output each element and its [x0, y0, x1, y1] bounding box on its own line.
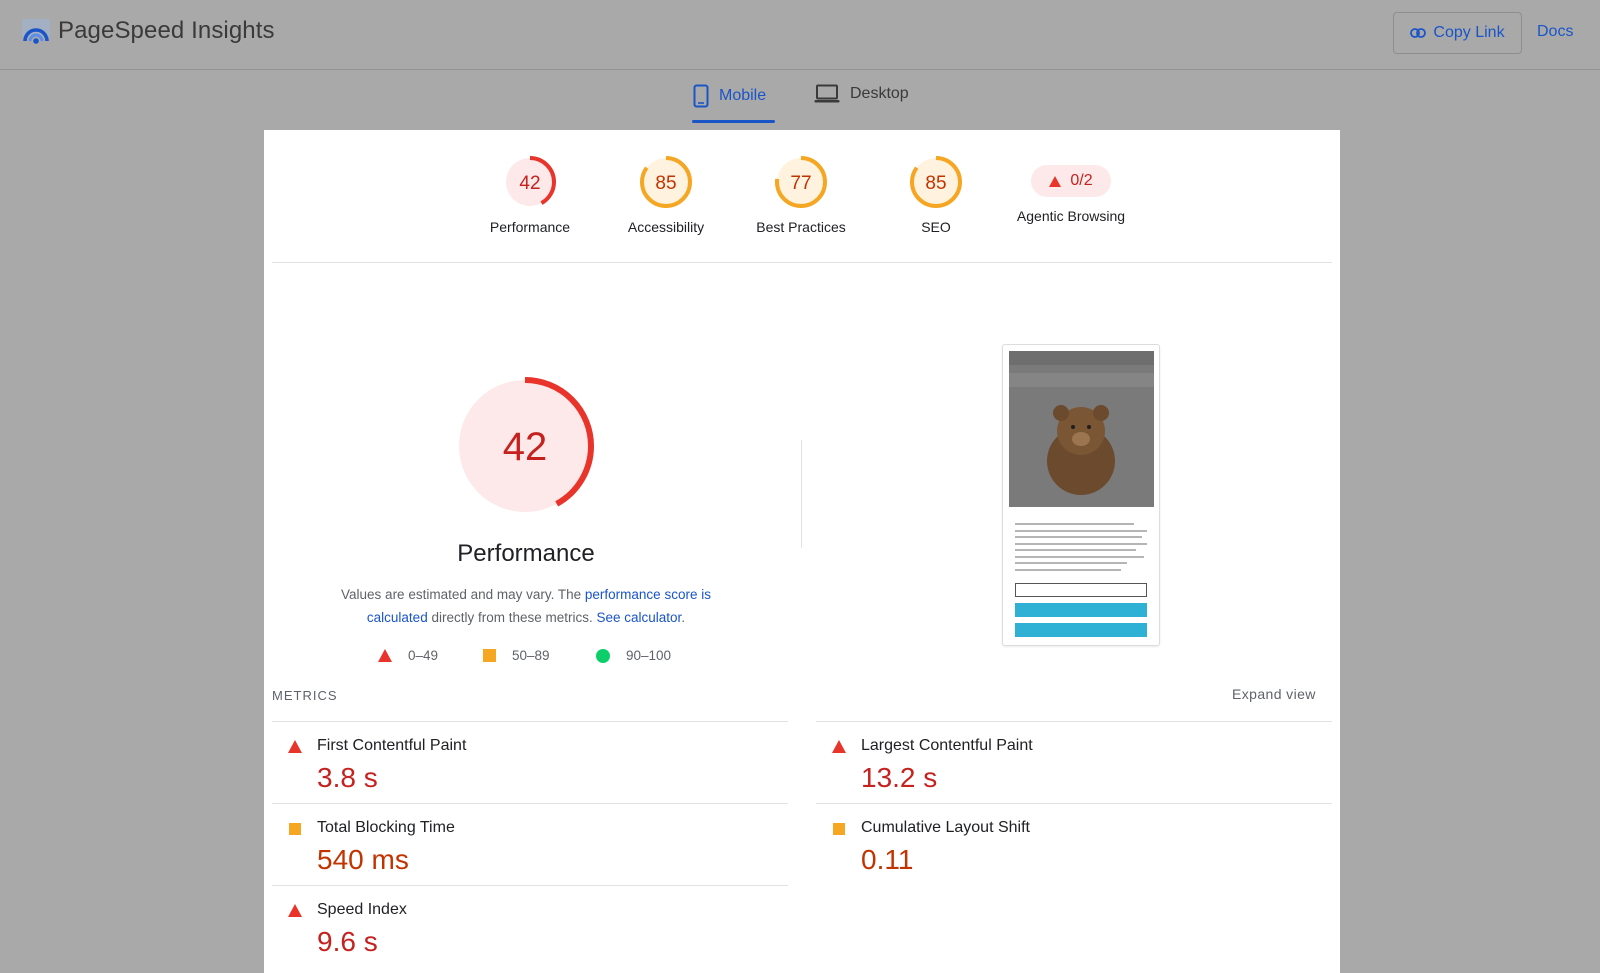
legend-range: 90–100: [626, 648, 672, 663]
score-legend: 0–49 50–89 90–100: [264, 648, 1340, 670]
average-square-icon: [288, 822, 301, 835]
pagespeed-logo-icon: [22, 19, 50, 44]
metric-name: Speed Index: [317, 901, 407, 918]
performance-big-gauge: 42: [456, 377, 594, 515]
tab-desktop[interactable]: Desktop: [814, 84, 909, 104]
performance-title: Performance: [457, 540, 595, 567]
accessibility-score: 85: [655, 173, 676, 194]
screenshot-button-blue: [1015, 603, 1147, 617]
accessibility-gauge: 85: [640, 156, 692, 208]
agentic-browsing-badge: 0/2: [1031, 165, 1111, 197]
screenshot-product-image: [1009, 351, 1154, 507]
category-accessibility[interactable]: 85 Accessibility: [601, 154, 731, 235]
performance-description: Values are estimated and may vary. The p…: [316, 583, 736, 629]
legend-range: 0–49: [408, 648, 439, 663]
expand-view-toggle[interactable]: Expand view: [1232, 686, 1316, 702]
brand[interactable]: PageSpeed Insights: [20, 15, 275, 47]
metric-lcp: Largest Contentful Paint 13.2 s: [816, 721, 1332, 803]
tab-mobile[interactable]: Mobile: [693, 84, 766, 108]
desc-text: directly from these metrics.: [427, 610, 597, 625]
category-label: Performance: [489, 219, 571, 235]
legend-pass: 90–100: [596, 648, 671, 663]
tab-desktop-label: Desktop: [850, 85, 909, 102]
category-label: SEO: [921, 219, 951, 235]
category-performance[interactable]: 42 Performance: [465, 154, 595, 235]
screenshot-content: [1009, 351, 1154, 641]
average-square-icon: [483, 649, 496, 662]
best-practices-score: 77: [790, 173, 811, 194]
app-title: PageSpeed Insights: [58, 17, 275, 44]
performance-big-score: 42: [503, 425, 548, 469]
performance-score: 42: [519, 173, 540, 194]
category-best-practices[interactable]: 77 Best Practices: [736, 154, 866, 235]
active-tab-indicator: [692, 120, 775, 123]
metric-fcp: First Contentful Paint 3.8 s: [272, 721, 788, 803]
phone-icon: [693, 84, 709, 108]
tab-mobile-label: Mobile: [719, 87, 767, 104]
metric-value: 0.11: [861, 844, 914, 875]
category-label: Agentic Browsing: [1016, 208, 1126, 224]
link-icon: [1410, 28, 1427, 38]
category-label: Accessibility: [627, 219, 705, 235]
metric-name: Largest Contentful Paint: [861, 737, 1033, 754]
device-tabs: Mobile Desktop: [0, 80, 1600, 124]
vertical-divider: [801, 440, 802, 548]
teddy-bear-image: [1009, 373, 1154, 495]
page-screenshot[interactable]: [1002, 344, 1160, 646]
metric-name: First Contentful Paint: [317, 737, 467, 754]
performance-gauge: 42: [504, 156, 556, 208]
metric-value: 9.6 s: [317, 926, 378, 957]
seo-score: 85: [925, 173, 946, 194]
fail-triangle-icon: [378, 649, 392, 662]
see-calculator-link[interactable]: See calculator: [597, 610, 682, 625]
screenshot-cookie-text: [1015, 523, 1147, 575]
metrics-heading: METRICS: [272, 688, 338, 703]
docs-link[interactable]: Docs: [1537, 23, 1573, 41]
legend-fail: 0–49: [378, 648, 438, 663]
legend-average: 50–89: [483, 648, 550, 663]
metric-name: Total Blocking Time: [317, 819, 455, 836]
category-summary: 42 Performance 85 Accessibility 77 Best …: [264, 130, 1340, 263]
warning-triangle-icon: [1049, 175, 1062, 187]
fail-triangle-icon: [288, 904, 302, 917]
metric-speed-index: Speed Index 9.6 s: [272, 885, 788, 967]
top-bar: PageSpeed Insights Copy Link Docs: [0, 0, 1600, 70]
category-seo[interactable]: 85 SEO: [871, 154, 1001, 235]
laptop-icon: [814, 84, 840, 103]
metric-tbt: Total Blocking Time 540 ms: [272, 803, 788, 885]
desc-text: Values are estimated and may vary. The: [341, 587, 585, 602]
agentic-browsing-score: 0/2: [1070, 172, 1093, 189]
fail-triangle-icon: [832, 740, 846, 753]
legend-range: 50–89: [512, 648, 550, 663]
divider: [272, 262, 1332, 263]
metric-value: 540 ms: [317, 844, 409, 875]
metric-value: 3.8 s: [317, 762, 378, 793]
metric-name: Cumulative Layout Shift: [861, 819, 1030, 836]
report-card: 42 Performance 85 Accessibility 77 Best …: [264, 130, 1340, 973]
copy-link-label: Copy Link: [1433, 24, 1505, 41]
pass-circle-icon: [596, 648, 610, 663]
copy-link-button[interactable]: Copy Link: [1393, 12, 1522, 54]
screenshot-button-blue: [1015, 623, 1147, 637]
screenshot-button-outline: [1015, 583, 1147, 597]
average-square-icon: [832, 822, 845, 835]
best-practices-gauge: 77: [775, 156, 827, 208]
seo-gauge: 85: [910, 156, 962, 208]
category-agentic-browsing[interactable]: 0/2 Agentic Browsing: [1006, 154, 1136, 224]
metric-cls: Cumulative Layout Shift 0.11: [816, 803, 1332, 885]
metric-value: 13.2 s: [861, 762, 938, 793]
desc-text: .: [681, 610, 686, 625]
fail-triangle-icon: [288, 740, 302, 753]
category-label: Best Practices: [756, 219, 846, 235]
